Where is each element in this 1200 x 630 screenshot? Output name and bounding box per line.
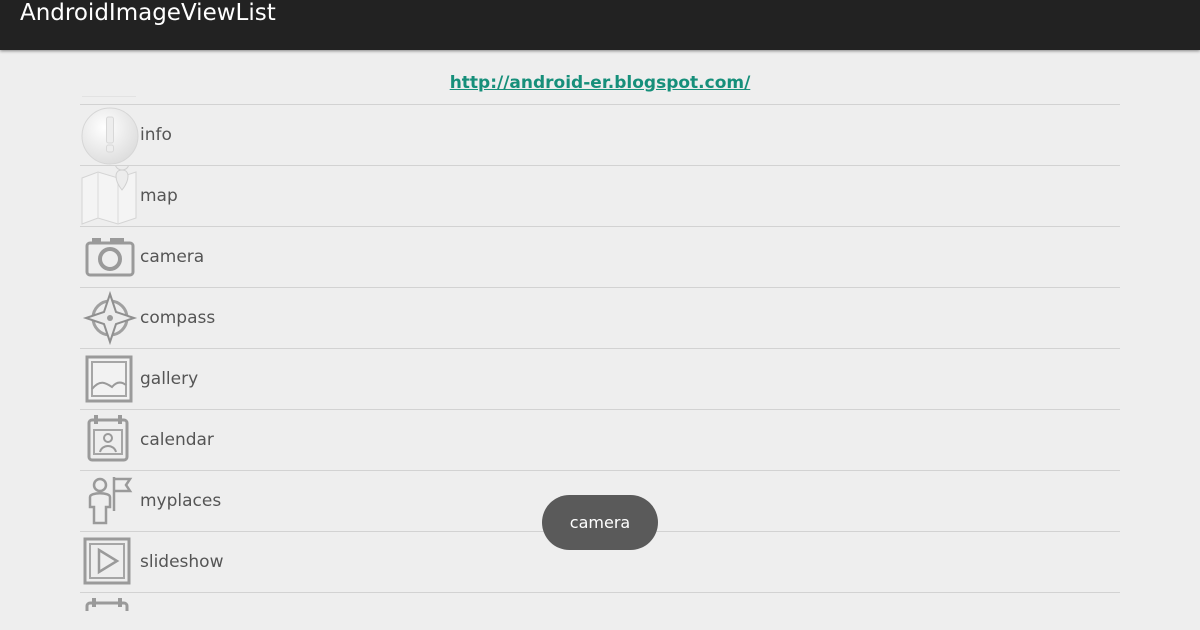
app-title: AndroidImageViewList: [20, 0, 276, 26]
slideshow-icon: [80, 532, 140, 592]
action-bar: AndroidImageViewList: [0, 0, 1200, 50]
list-item[interactable]: camera: [80, 226, 1120, 287]
list-item[interactable]: info: [80, 104, 1120, 165]
list-item[interactable]: compass: [80, 287, 1120, 348]
myplaces-icon: [80, 471, 140, 531]
header-divider: [82, 96, 136, 97]
list-item-label: slideshow: [140, 552, 224, 572]
toast-message: camera: [542, 495, 658, 550]
list-item-label: myplaces: [140, 491, 222, 511]
list-item-label: compass: [140, 308, 216, 328]
calendar-icon: [80, 410, 140, 470]
calendar-icon: [80, 593, 140, 611]
list-item-label: map: [140, 186, 178, 206]
list-item[interactable]: gallery: [80, 348, 1120, 409]
list-item-label: calendar: [140, 430, 214, 450]
list-item-label: info: [140, 125, 172, 145]
gallery-icon: [80, 349, 140, 409]
list-item-label: gallery: [140, 369, 199, 389]
blog-link[interactable]: http://android-er.blogspot.com/: [0, 73, 1200, 93]
info-icon: [80, 105, 140, 165]
map-icon: [80, 166, 140, 226]
camera-icon: [80, 227, 140, 287]
list-item-label: camera: [140, 247, 205, 267]
compass-icon: [80, 288, 140, 348]
list-item[interactable]: map: [80, 165, 1120, 226]
list-item[interactable]: calendar: [80, 409, 1120, 470]
list-item-partial[interactable]: [80, 592, 1120, 612]
